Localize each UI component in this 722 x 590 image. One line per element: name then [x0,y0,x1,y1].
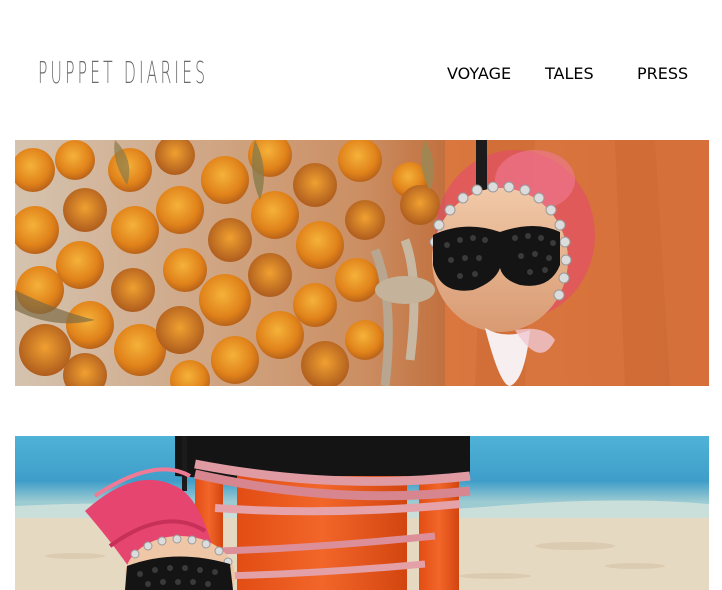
site-header: PUPPET DIARIES VOYAGE TALES PRESS [0,0,722,140]
site-title[interactable]: PUPPET DIARIES [38,56,208,92]
nav-link-voyage[interactable]: VOYAGE [447,64,511,88]
nav-link-tales[interactable]: TALES [545,64,594,88]
nav-link-press[interactable]: PRESS [637,64,688,88]
marigold-puppet-image [15,140,709,386]
beach-puppet-image [15,436,709,590]
featured-photo-beach-puppet[interactable] [15,436,709,590]
featured-photo-marigold-puppet[interactable] [15,140,709,386]
